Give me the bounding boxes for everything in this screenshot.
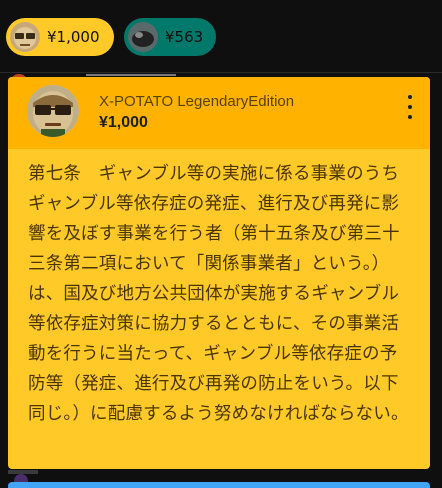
super-chat-ticker: ¥1,000 ¥563	[0, 0, 442, 73]
ticker-chip-avatar	[10, 22, 40, 52]
purchase-amount: ¥1,000	[99, 114, 148, 131]
ticker-chip-1[interactable]: ¥1,000	[6, 18, 114, 56]
author-name[interactable]: X-POTATO LegendaryEdition	[99, 93, 294, 110]
more-vert-icon[interactable]	[402, 95, 418, 119]
next-super-chat-peek	[8, 482, 430, 488]
ticker-chip-avatar	[128, 22, 158, 52]
super-chat-message: 第七条 ギャンブル等の実施に係る事業のうちギャンブル等依存症の発症、進行及び再発…	[28, 164, 409, 424]
super-chat-header: X-POTATO LegendaryEdition ¥1,000	[8, 77, 430, 149]
author-avatar[interactable]	[27, 85, 79, 137]
ticker-chip-amount: ¥1,000	[47, 28, 100, 46]
super-chat-card[interactable]: X-POTATO LegendaryEdition ¥1,000 第七条 ギャン…	[8, 77, 430, 469]
ticker-chip-amount: ¥563	[165, 28, 204, 46]
ticker-chip-2[interactable]: ¥563	[124, 18, 216, 56]
